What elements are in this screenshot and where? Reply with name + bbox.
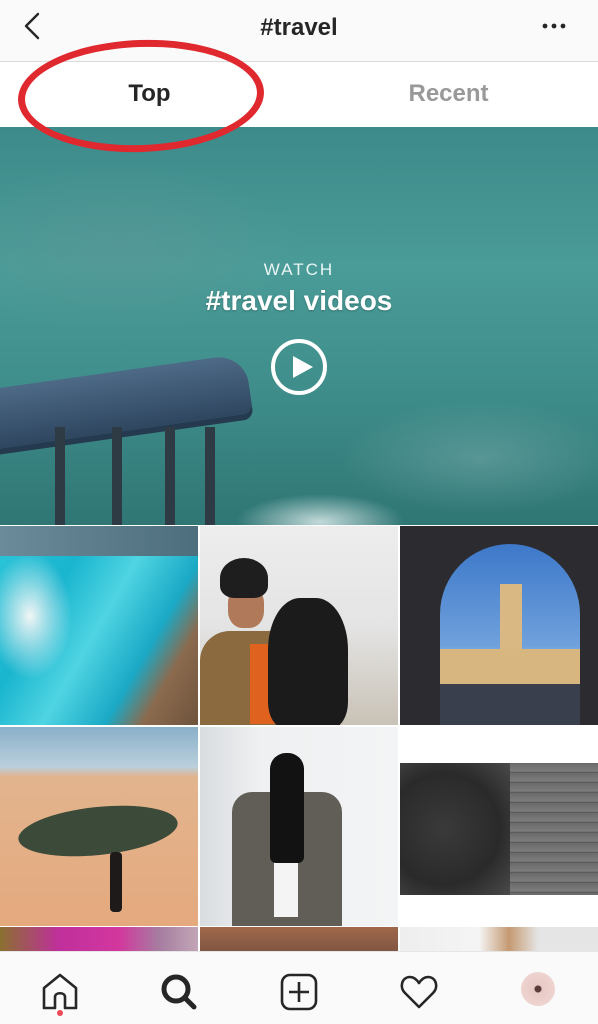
nav-profile[interactable] (478, 952, 598, 1024)
grid-post[interactable] (0, 927, 198, 953)
search-icon (161, 974, 197, 1010)
nav-search[interactable] (120, 952, 240, 1024)
avatar (521, 972, 556, 1006)
slide-post (55, 427, 65, 525)
play-icon (293, 356, 313, 378)
watch-videos-banner[interactable]: WATCH #travel videos (0, 127, 598, 525)
photo-shape (15, 798, 181, 864)
more-horizontal-icon (542, 23, 566, 29)
heart-icon (400, 975, 438, 1009)
photo-shape (400, 763, 598, 895)
tab-top[interactable]: Top (0, 62, 299, 126)
photo-shape (440, 684, 580, 725)
photo-shape (440, 544, 580, 725)
notification-dot (56, 1010, 63, 1016)
slide-post (112, 427, 122, 525)
photo-shape (268, 598, 348, 725)
photo-shape (270, 753, 304, 863)
grid-post[interactable] (400, 927, 598, 953)
nav-home[interactable] (0, 952, 120, 1024)
feed-tabs: Top Recent (0, 62, 598, 126)
play-button[interactable] (271, 339, 327, 395)
slide-post (205, 427, 215, 525)
watch-label: WATCH (263, 260, 335, 279)
bottom-nav (0, 951, 598, 1024)
photo-shape (440, 649, 580, 685)
page-title: #travel (260, 14, 338, 41)
grid-post[interactable] (0, 526, 198, 725)
grid-post[interactable] (0, 727, 198, 926)
grid-post[interactable] (200, 927, 398, 953)
plus-square-icon (280, 973, 318, 1011)
watch-title: #travel videos (205, 285, 393, 316)
header-bar: #travel (0, 0, 598, 62)
tab-recent[interactable]: Recent (299, 62, 598, 126)
photo-shape (220, 558, 268, 598)
grid-post[interactable] (400, 526, 598, 725)
nav-activity[interactable] (359, 952, 479, 1024)
grid-post[interactable] (200, 526, 398, 725)
home-icon (42, 973, 78, 1010)
photo-shape (110, 852, 122, 912)
more-options-button[interactable] (542, 14, 566, 38)
slide-post (165, 427, 175, 525)
grid-post[interactable] (200, 727, 398, 926)
nav-new-post[interactable] (239, 952, 359, 1024)
grid-post[interactable] (400, 727, 598, 926)
